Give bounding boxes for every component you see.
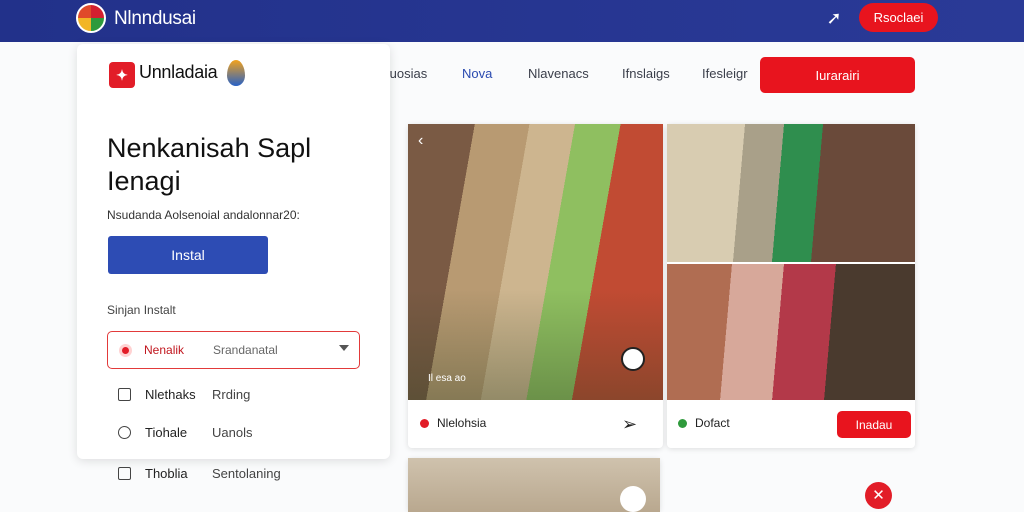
card-brand: Unnladaia [139,62,218,82]
circle-icon [118,426,131,439]
option-alt: Uanols [212,425,253,440]
option-label: Nlethaks [145,387,196,402]
circle-button-icon[interactable] [620,486,646,512]
description: Nsudanda Aolsenoial andalonnar20: [107,208,300,222]
chevron-down-icon [339,345,349,351]
install-button[interactable]: Instal [108,236,268,274]
caption-text: Dofact [695,416,730,430]
install-select[interactable]: Nenalik Srandanatal [107,331,360,369]
section-label: Sinjan Instalt [107,303,176,317]
send-icon[interactable]: ➢ [622,414,637,435]
card-logo-icon: ✦ [109,62,135,88]
nav-item-2[interactable]: Nova [462,66,492,81]
nav-item-1[interactable]: Iuosias [386,66,427,81]
nav-item-4[interactable]: Ifnslaigs [622,66,670,81]
nav-cta-button[interactable]: Iurarairi [760,57,915,93]
drop-logo-icon [227,60,245,86]
caption-text: Nlelohsia [437,416,487,430]
photo-label: Il esa ao [428,373,466,384]
back-arrow-icon[interactable]: ‹ [418,132,423,150]
play-icon[interactable] [621,347,645,371]
option-alt: Sentolaning [212,466,281,481]
option-alt: Rrding [212,387,251,402]
select-value: Nenalik [144,343,185,357]
option-item[interactable]: Thoblia Sentolaning [118,466,281,481]
save-button[interactable]: Inadau [837,411,911,438]
nav-item-5[interactable]: Ifesleigr [702,66,748,81]
checkbox-icon [118,388,131,401]
top-cta-button[interactable]: Rsoclaei [859,3,938,32]
brand-name[interactable]: Nlnndusai [114,8,196,30]
option-label: Tiohale [145,425,188,440]
option-item[interactable]: Tiohale Uanols [118,425,252,440]
location-pin-icon [678,419,687,428]
lock-icon [118,467,131,480]
location-pin-icon [420,419,429,428]
top-bar: Nlnndusai ➚ Rsoclaei [0,0,1024,42]
people-photo[interactable] [667,264,915,400]
market-photo[interactable] [667,124,915,262]
radio-selected-icon [119,344,132,357]
option-item[interactable]: Nlethaks Rrding [118,387,250,402]
nav-item-3[interactable]: Nlavenacs [528,66,589,81]
page-title: Nenkanisah Sapl Ienagi [107,133,312,196]
brand-logo-icon[interactable] [76,3,106,33]
favorite-icon[interactable]: ✕ [865,482,892,509]
caption: Dofact [678,416,730,430]
option-label: Thoblia [145,466,188,481]
caption: Nlelohsia [420,416,486,430]
rocket-icon[interactable]: ➚ [824,8,844,28]
select-alt: Srandanatal [213,343,278,357]
